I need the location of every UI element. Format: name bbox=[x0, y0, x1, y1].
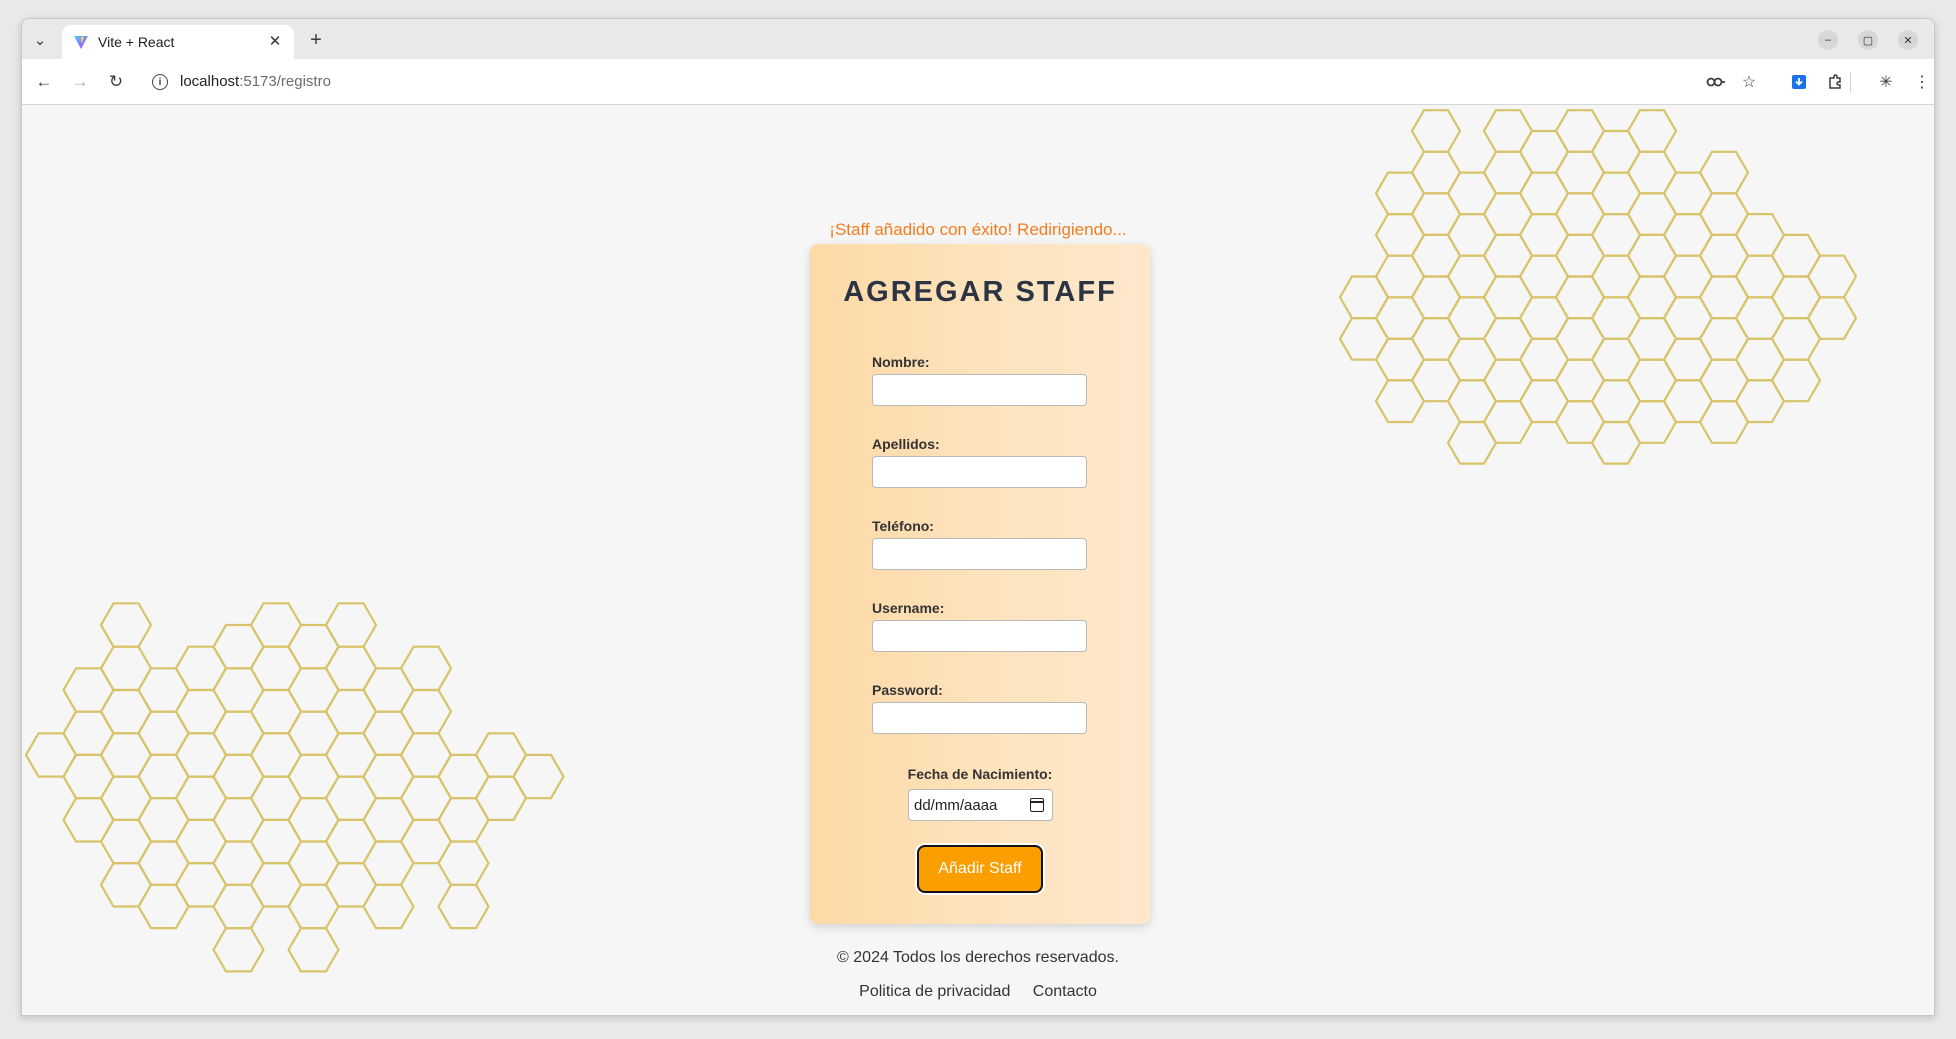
contact-link[interactable]: Contacto bbox=[1033, 983, 1097, 1000]
honeycomb-cell bbox=[324, 602, 378, 648]
date-placeholder: dd/mm/aaaa bbox=[914, 797, 998, 814]
success-message: ¡Staff añadido con éxito! Redirigiendo..… bbox=[829, 220, 1127, 239]
username-input[interactable] bbox=[872, 620, 1087, 652]
honeycomb-cell bbox=[399, 645, 453, 692]
maximize-icon[interactable]: ▢ bbox=[1858, 30, 1878, 50]
debug-bug-icon[interactable]: ✳ bbox=[1873, 69, 1899, 95]
honeycomb-cell bbox=[1806, 254, 1858, 299]
tab-active[interactable]: Vite + React ✕ bbox=[62, 25, 294, 59]
honeycomb-cell bbox=[437, 883, 490, 930]
forward-arrow-icon[interactable]: → bbox=[67, 69, 93, 95]
password-key-icon[interactable] bbox=[1703, 69, 1729, 95]
honeycomb-cell bbox=[512, 753, 565, 800]
menu-dots-icon[interactable]: ⋮ bbox=[1909, 69, 1934, 95]
form-title: AGREGAR STAFF bbox=[843, 276, 1117, 308]
password-label: Password: bbox=[872, 682, 943, 698]
honeycomb-cell bbox=[362, 883, 415, 930]
fecha-nacimiento-input[interactable]: dd/mm/aaaa bbox=[908, 789, 1053, 821]
password-input[interactable] bbox=[872, 702, 1087, 734]
honeycomb-cell bbox=[1698, 150, 1750, 195]
fecha-nacimiento-label: Fecha de Nacimiento: bbox=[907, 766, 1053, 782]
minimize-icon[interactable]: – bbox=[1818, 30, 1838, 50]
download-icon[interactable] bbox=[1786, 69, 1812, 95]
calendar-icon[interactable] bbox=[1030, 798, 1044, 812]
add-staff-button[interactable]: Añadir Staff bbox=[917, 845, 1043, 893]
honeycomb-cell bbox=[437, 840, 490, 886]
telefono-label: Teléfono: bbox=[872, 518, 934, 534]
tab-title: Vite + React bbox=[98, 34, 175, 50]
browser-toolbar: ← → ↻ i localhost:5173/registro ☆ ✳ ⋮ bbox=[22, 59, 1934, 105]
honeycomb-cell bbox=[1806, 296, 1858, 340]
apellidos-label: Apellidos: bbox=[872, 436, 940, 452]
honeycomb-cell bbox=[1770, 358, 1822, 403]
footer-links: Politica de privacidad Contacto bbox=[22, 983, 1934, 1001]
telefono-input[interactable] bbox=[872, 538, 1087, 570]
extensions-puzzle-icon[interactable] bbox=[1822, 69, 1848, 95]
toolbar-divider bbox=[1850, 73, 1851, 93]
add-staff-form: AGREGAR STAFF Nombre: Apellidos: Teléfon… bbox=[810, 244, 1150, 924]
tab-close-icon[interactable]: ✕ bbox=[266, 32, 284, 50]
apellidos-input[interactable] bbox=[872, 456, 1087, 488]
new-tab-plus-icon[interactable]: + bbox=[304, 28, 328, 52]
nombre-label: Nombre: bbox=[872, 354, 930, 370]
page-content: ¡Staff añadido con éxito! Redirigiendo..… bbox=[22, 106, 1934, 1015]
back-arrow-icon[interactable]: ← bbox=[31, 69, 57, 95]
tab-search-chevron-icon[interactable]: ⌄ bbox=[26, 27, 54, 53]
honeycomb-decoration-right bbox=[1338, 109, 1858, 465]
honeycomb-cell bbox=[1410, 109, 1462, 153]
bookmark-star-icon[interactable]: ☆ bbox=[1736, 69, 1762, 95]
url-text: localhost:5173/registro bbox=[180, 73, 331, 90]
honeycomb-cell bbox=[399, 688, 453, 735]
reload-icon[interactable]: ↻ bbox=[103, 69, 129, 95]
username-label: Username: bbox=[872, 600, 945, 616]
vite-favicon-icon bbox=[74, 36, 88, 49]
honeycomb-cell bbox=[99, 602, 153, 648]
tab-strip: ⌄ Vite + React ✕ + – ▢ ✕ bbox=[22, 19, 1934, 59]
address-bar[interactable]: i localhost:5173/registro bbox=[142, 65, 1842, 99]
footer-copyright: © 2024 Todos los derechos reservados. bbox=[837, 949, 1119, 966]
privacy-policy-link[interactable]: Politica de privacidad bbox=[859, 983, 1010, 1000]
browser-window: ⌄ Vite + React ✕ + – ▢ ✕ ← → ↻ i localho… bbox=[21, 18, 1935, 1016]
nombre-input[interactable] bbox=[872, 374, 1087, 406]
honeycomb-cell bbox=[1626, 109, 1678, 153]
close-window-icon[interactable]: ✕ bbox=[1898, 30, 1918, 50]
site-info-icon[interactable]: i bbox=[152, 74, 168, 90]
